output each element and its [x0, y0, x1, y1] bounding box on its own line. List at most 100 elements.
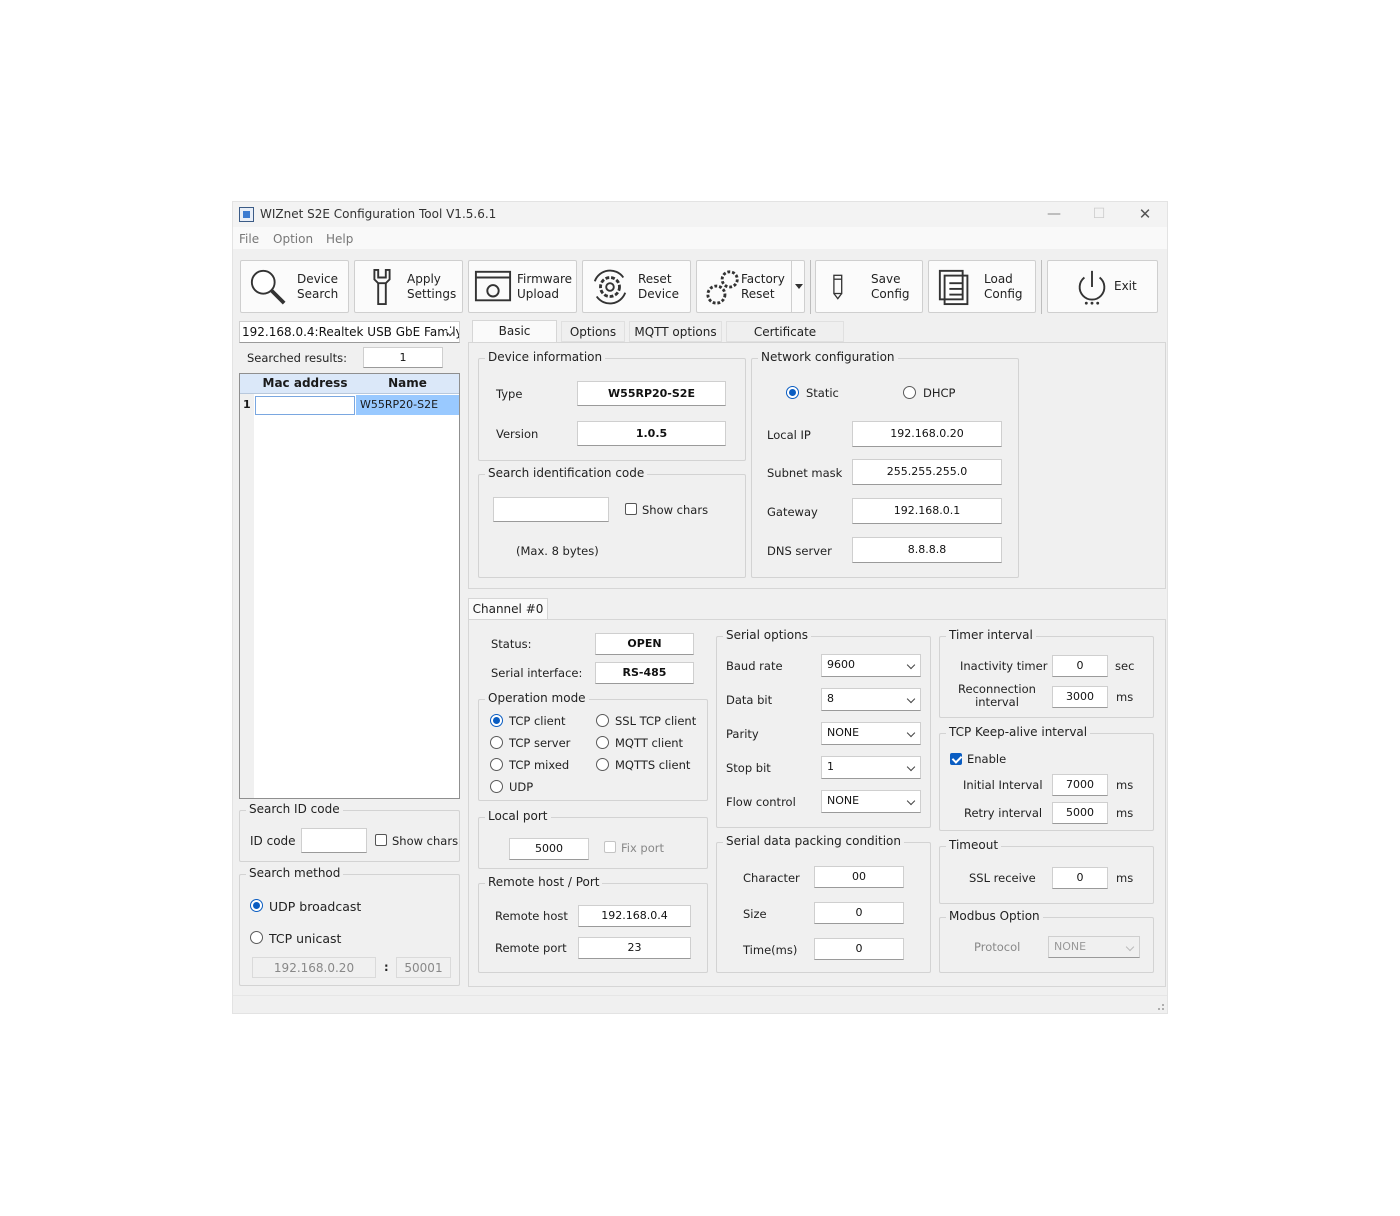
tcp-client-radio[interactable]	[490, 714, 503, 727]
udp-broadcast-radio[interactable]	[250, 899, 263, 912]
chevron-down-icon	[1125, 942, 1135, 952]
gears-icon	[706, 270, 739, 305]
retry-interval-input[interactable]: 5000	[1052, 802, 1108, 824]
app-window: WIZnet S2E Configuration Tool V1.5.6.1 —…	[232, 201, 1168, 1014]
mac-cell[interactable]	[255, 396, 355, 415]
dropdown-separator	[791, 261, 792, 312]
resize-grip-icon[interactable]	[1155, 1001, 1165, 1011]
fix-port-checkbox[interactable]	[604, 841, 616, 853]
adapter-select[interactable]: 192.168.0.4:Realtek USB GbE Family (	[239, 321, 460, 343]
device-search-button[interactable]: Device Search	[240, 260, 349, 313]
keepalive-enable-checkbox[interactable]	[950, 753, 962, 765]
udp-radio[interactable]	[490, 780, 503, 793]
firmware-upload-button[interactable]: Firmware Upload	[468, 260, 577, 313]
tab-basic-settings[interactable]: Basic settings	[472, 320, 557, 359]
list-header: Mac address Name	[240, 374, 459, 394]
local-port-group: Local port 5000 Fix port	[478, 809, 708, 869]
gear-reset-icon	[593, 269, 627, 305]
tab-mqtt-options[interactable]: MQTT options	[629, 321, 722, 342]
maximize-button[interactable]: ☐	[1076, 202, 1122, 227]
column-name[interactable]: Name	[356, 376, 459, 390]
ssl-tcp-client-radio[interactable]	[596, 714, 609, 727]
packing-character-input[interactable]: 00	[814, 866, 904, 888]
data-bit-select[interactable]: 8	[821, 688, 921, 711]
device-type-field: W55RP20-S2E	[577, 381, 726, 406]
dhcp-radio[interactable]	[903, 386, 916, 399]
search-code-input[interactable]	[493, 497, 609, 522]
unicast-port-input[interactable]: 50001	[396, 957, 451, 978]
remote-host-input[interactable]: 192.168.0.4	[578, 905, 691, 927]
inactivity-timer-input[interactable]: 0	[1052, 655, 1108, 677]
remote-host-group: Remote host / Port Remote host 192.168.0…	[478, 875, 708, 973]
chevron-down-icon	[906, 660, 916, 670]
firmware-icon	[474, 270, 512, 302]
menu-file[interactable]: File	[239, 232, 259, 246]
chevron-down-icon	[906, 796, 916, 806]
flow-control-select[interactable]: NONE	[821, 790, 921, 813]
reconnection-interval-input[interactable]: 3000	[1052, 686, 1108, 708]
chevron-down-icon	[906, 694, 916, 704]
search-identification-group: Search identification code Show chars (M…	[478, 466, 746, 578]
column-mac-address[interactable]: Mac address	[254, 376, 356, 390]
tcp-unicast-radio[interactable]	[250, 931, 263, 944]
status-bar	[233, 995, 1167, 1013]
minimize-button[interactable]: —	[1031, 202, 1077, 227]
show-chars-checkbox[interactable]	[625, 503, 637, 515]
show-chars-checkbox[interactable]	[375, 834, 387, 846]
tab-channel-0[interactable]: Channel #0	[468, 598, 548, 620]
max-bytes-hint: (Max. 8 bytes)	[516, 544, 599, 558]
local-port-input[interactable]: 5000	[509, 838, 589, 860]
ssl-receive-input[interactable]: 0	[1052, 867, 1108, 889]
toolbar-separator	[810, 260, 811, 314]
wrench-icon	[373, 268, 391, 306]
window-title: WIZnet S2E Configuration Tool V1.5.6.1	[260, 207, 497, 221]
dns-server-input[interactable]: 8.8.8.8	[852, 537, 1002, 563]
magnifier-icon	[250, 269, 286, 305]
tcp-mixed-radio[interactable]	[490, 758, 503, 771]
serial-interface-field: RS-485	[595, 662, 694, 684]
searched-results-label: Searched results:	[247, 351, 347, 365]
menu-option[interactable]: Option	[273, 232, 313, 246]
modbus-protocol-select[interactable]: NONE	[1048, 936, 1140, 958]
remote-port-input[interactable]: 23	[578, 937, 691, 959]
title-bar: WIZnet S2E Configuration Tool V1.5.6.1 —…	[233, 202, 1167, 227]
toolbar-separator	[1041, 260, 1042, 314]
device-list[interactable]: Mac address Name 1 W55RP20-S2E	[239, 373, 460, 799]
stop-bit-select[interactable]: 1	[821, 756, 921, 779]
parity-select[interactable]: NONE	[821, 722, 921, 745]
tab-certificate-manager[interactable]: Certificate manager	[726, 321, 844, 360]
static-radio[interactable]	[786, 386, 799, 399]
pencil-icon	[833, 274, 843, 300]
searched-results-count: 1	[363, 347, 443, 368]
local-ip-input[interactable]: 192.168.0.20	[852, 421, 1002, 447]
save-config-button[interactable]: Save Config	[815, 260, 923, 313]
gateway-input[interactable]: 192.168.0.1	[852, 498, 1002, 524]
device-information-group: Device information Type W55RP20-S2E Vers…	[478, 350, 746, 461]
reset-device-button[interactable]: Reset Device	[582, 260, 691, 313]
caret-down-icon[interactable]	[795, 284, 803, 289]
name-cell[interactable]: W55RP20-S2E	[356, 395, 459, 415]
exit-button[interactable]: Exit	[1047, 260, 1158, 313]
baud-rate-select[interactable]: 9600	[821, 654, 921, 677]
load-config-button[interactable]: Load Config	[928, 260, 1036, 313]
keepalive-group: TCP Keep-alive interval Enable Initial I…	[939, 725, 1154, 831]
timeout-group: Timeout SSL receive 0 ms	[939, 838, 1154, 904]
id-code-input[interactable]	[301, 828, 367, 853]
close-button[interactable]: ✕	[1122, 202, 1168, 227]
tab-options[interactable]: Options	[561, 321, 625, 342]
subnet-mask-input[interactable]: 255.255.255.0	[852, 459, 1002, 485]
unicast-ip-input[interactable]: 192.168.0.20	[252, 957, 376, 978]
menu-bar: File Option Help	[233, 227, 1167, 249]
menu-help[interactable]: Help	[326, 232, 353, 246]
mqtts-client-radio[interactable]	[596, 758, 609, 771]
initial-interval-input[interactable]: 7000	[1052, 774, 1108, 796]
chevron-down-icon	[906, 728, 916, 738]
packing-time-input[interactable]: 0	[814, 938, 904, 960]
serial-options-group: Serial options Baud rate 9600 Data bit 8…	[716, 628, 931, 828]
packing-size-input[interactable]: 0	[814, 902, 904, 924]
apply-settings-button[interactable]: Apply Settings	[354, 260, 463, 313]
tcp-server-radio[interactable]	[490, 736, 503, 749]
factory-reset-button[interactable]: Factory Reset	[696, 260, 805, 313]
mqtt-client-radio[interactable]	[596, 736, 609, 749]
table-row[interactable]: 1 W55RP20-S2E	[240, 395, 459, 415]
